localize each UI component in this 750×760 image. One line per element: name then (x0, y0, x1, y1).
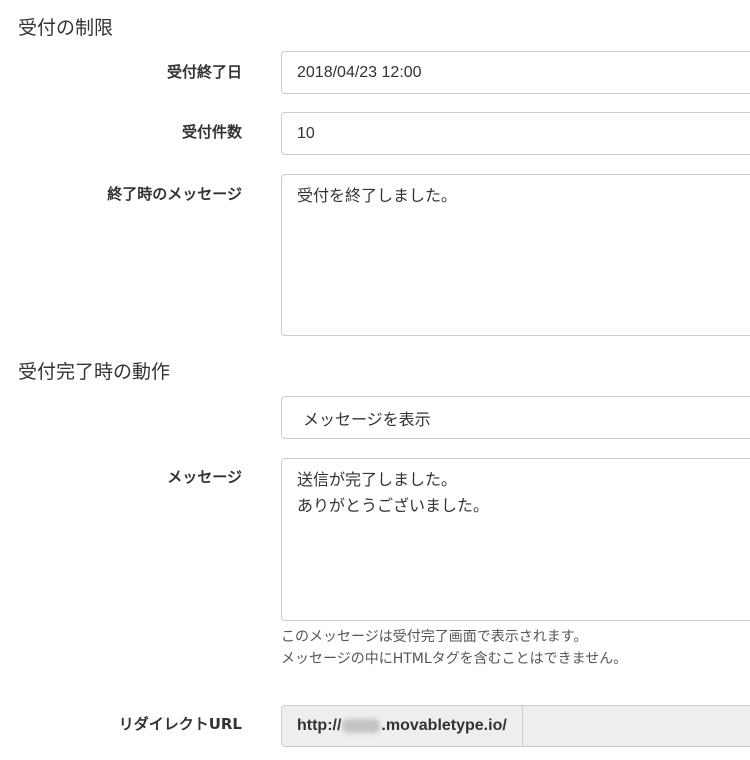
message-textarea[interactable]: 送信が完了しました。 ありがとうございました。 (281, 458, 750, 621)
section-title-completion: 受付完了時の動作 (18, 361, 171, 383)
completion-action-select[interactable]: メッセージを表示 (281, 396, 750, 439)
message-help-text: このメッセージは受付完了画面で表示されます。 メッセージの中にHTMLタグを含む… (281, 626, 627, 670)
end-date-label: 受付終了日 (166, 63, 242, 81)
message-label: メッセージ (167, 468, 242, 486)
end-date-input[interactable]: 2018/04/23 12:00 (281, 51, 750, 94)
count-label: 受付件数 (181, 123, 242, 141)
end-message-label: 終了時のメッセージ (107, 185, 242, 203)
count-value: 10 (297, 124, 315, 142)
end-date-value: 2018/04/23 12:00 (297, 63, 422, 81)
redirect-url-group: http:// .movabletype.io/ (281, 705, 750, 747)
redirect-url-prefix: http:// .movabletype.io/ (282, 706, 523, 746)
message-help-line-2: メッセージの中にHTMLタグを含むことはできません。 (281, 651, 628, 667)
completion-action-selected: メッセージを表示 (303, 409, 431, 429)
end-message-textarea[interactable]: 受付を終了しました。 (281, 174, 750, 336)
section-title-restriction: 受付の制限 (18, 17, 114, 39)
message-help-line-1: このメッセージは受付完了画面で表示されます。 (281, 629, 588, 645)
redirect-url-prefix-start: http:// (297, 717, 342, 734)
redirect-url-input[interactable] (522, 706, 750, 746)
redirect-url-label: リダイレクトURL (118, 715, 242, 733)
redirect-url-prefix-end: .movabletype.io/ (381, 717, 507, 734)
redacted-subdomain (342, 719, 381, 733)
count-input[interactable]: 10 (281, 112, 750, 155)
